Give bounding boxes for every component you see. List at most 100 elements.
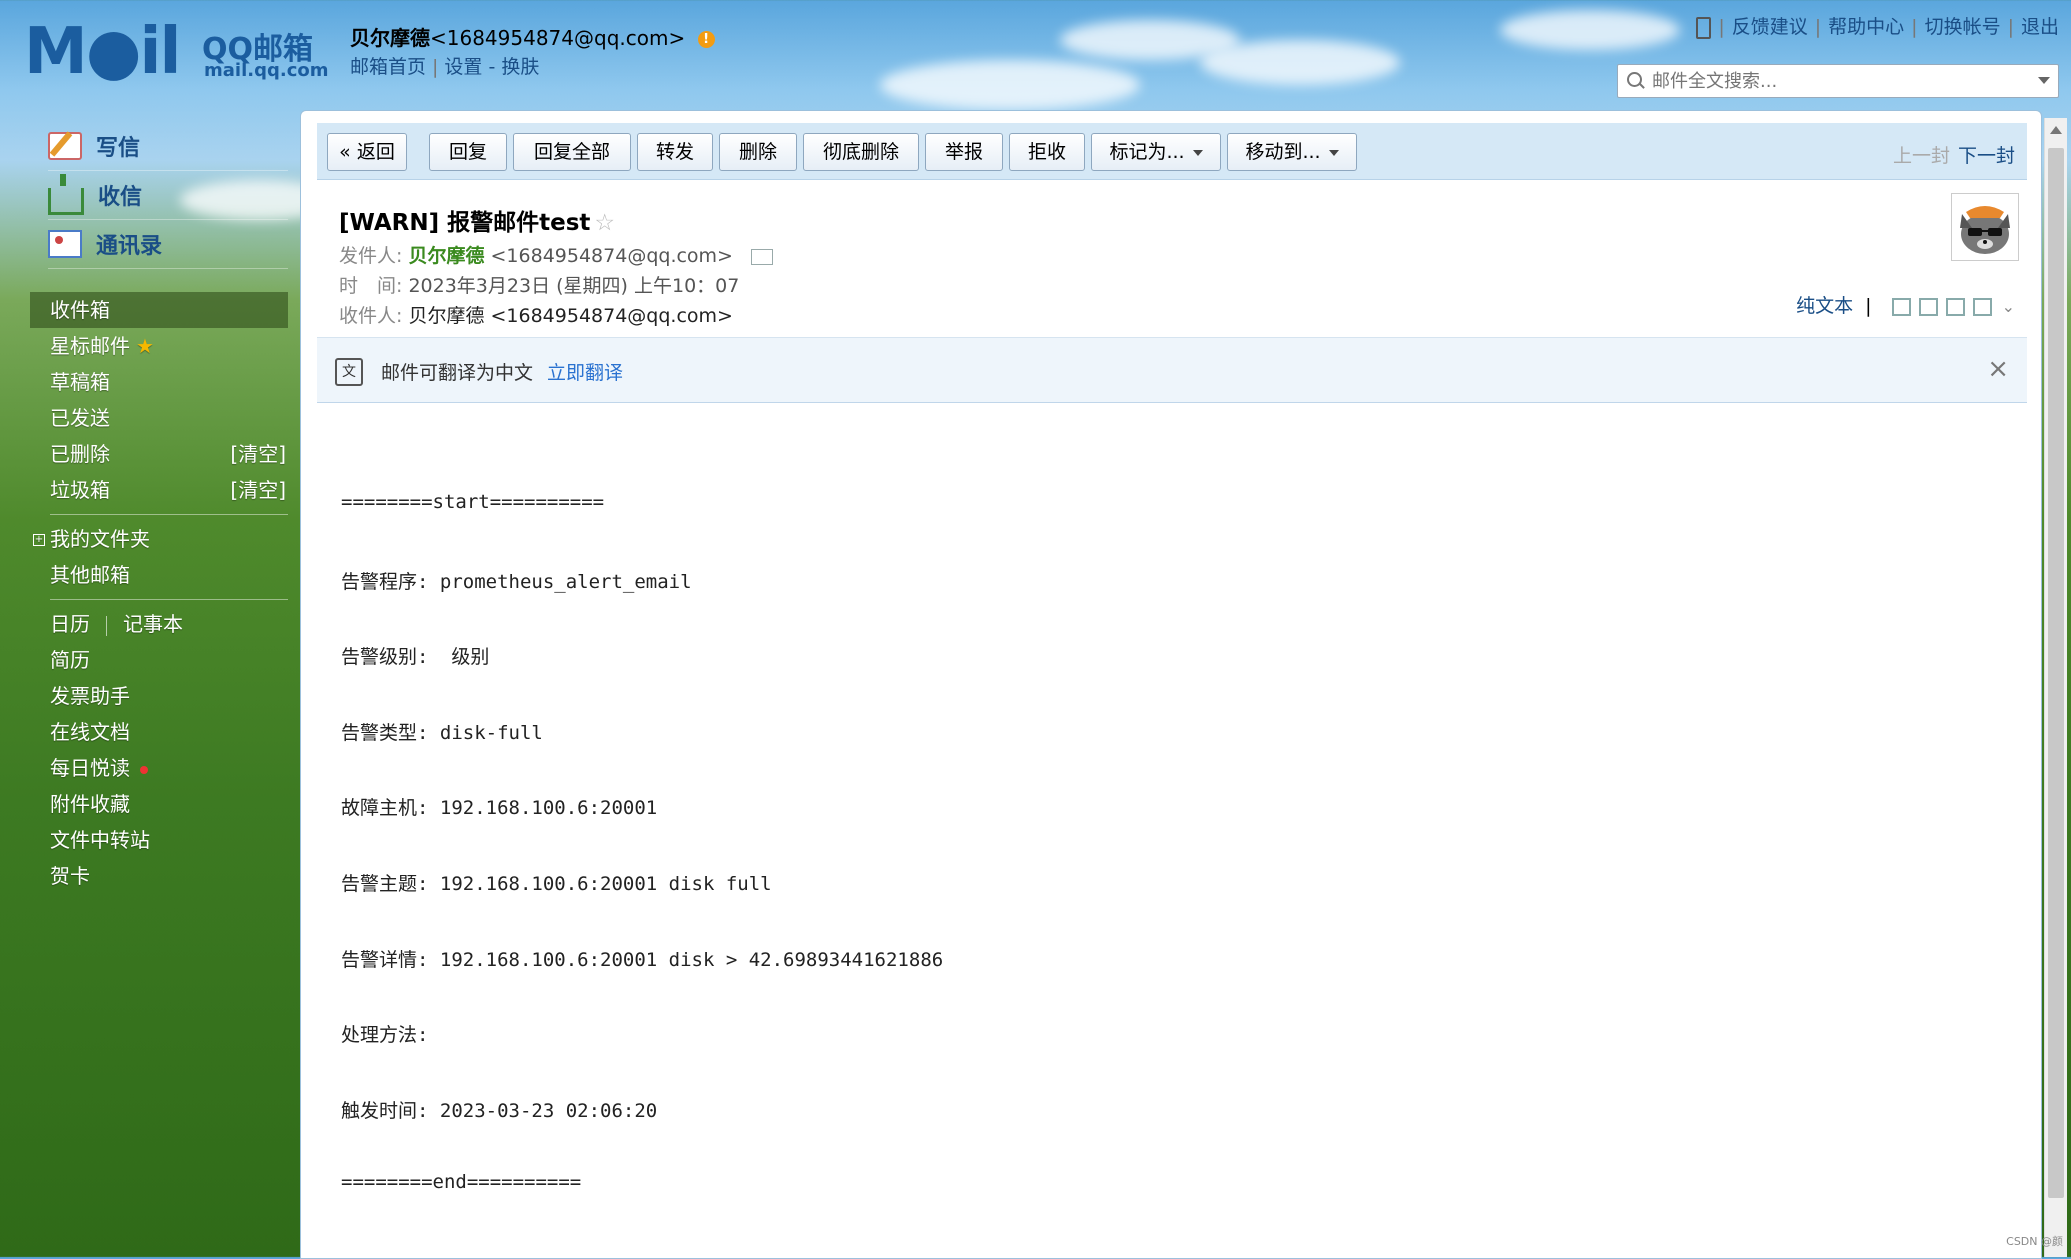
phone-icon[interactable] (1696, 16, 1712, 39)
sidebar-item-starred[interactable]: 星标邮件 ★ (30, 328, 288, 364)
reject-button[interactable]: 拒收 (1009, 133, 1085, 171)
body-line: 告警程序: prometheus_alert_email (341, 570, 692, 593)
translate-notice: 邮件可翻译为中文 立即翻译 (381, 358, 623, 385)
mail-reading-panel: « 返回 回复 回复全部 转发 删除 彻底删除 举报 拒收 标记为... 移动到… (300, 110, 2042, 1259)
body-line: 处理方法: (341, 1024, 429, 1047)
search-input[interactable] (1650, 68, 2024, 94)
sidebar-item-notes[interactable]: 记事本 (123, 612, 183, 636)
sidebar-item-label: 附件收藏 (50, 792, 130, 816)
settings-link[interactable]: 设置 (444, 56, 482, 78)
reply-button[interactable]: 回复 (429, 133, 507, 171)
qq-mail-logo[interactable]: M●il QQ邮箱 mail.qq.com (24, 20, 328, 84)
user-name: 贝尔摩德 (350, 26, 430, 50)
sender-avatar[interactable] (1951, 193, 2019, 261)
move-to-dropdown[interactable]: 移动到... (1227, 133, 1357, 171)
help-center-link[interactable]: 帮助中心 (1828, 16, 1904, 38)
raccoon-avatar-icon (1960, 206, 2010, 254)
contacts-icon (48, 230, 82, 258)
sidebar-item-inbox[interactable]: 收件箱 (30, 292, 288, 328)
sidebar-row-calendar-notes: 日历 记事本 (30, 606, 288, 642)
sidebar-item-drafts[interactable]: 草稿箱 (30, 364, 288, 400)
search-icon (1627, 72, 1642, 87)
back-button[interactable]: « 返回 (327, 133, 407, 171)
sidebar-item-resume[interactable]: 简历 (30, 642, 288, 678)
delete-button[interactable]: 删除 (719, 133, 797, 171)
sidebar-item-spam[interactable]: 垃圾箱 [清空] (30, 472, 288, 508)
mail-view-tools: 纯文本 | ⌄ (1796, 291, 2015, 318)
body-line: 告警级别: 级别 (341, 646, 490, 669)
search-dropdown-icon[interactable] (2038, 77, 2050, 84)
plain-text-link[interactable]: 纯文本 (1796, 295, 1853, 317)
delete-permanent-button[interactable]: 彻底删除 (803, 133, 919, 171)
receive-label: 收信 (98, 185, 143, 210)
skin-link[interactable]: 换肤 (501, 56, 539, 78)
scrollbar-thumb[interactable] (2048, 148, 2064, 1198)
sidebar-item-daily-reading[interactable]: 每日悦读 (30, 750, 288, 786)
mark-as-label: 标记为... (1109, 141, 1185, 163)
recipient-value[interactable]: 贝尔摩德 <1684954874@qq.com> (408, 305, 733, 327)
expand-icon[interactable]: + (33, 534, 45, 546)
view-source-icon[interactable] (1918, 297, 1938, 316)
sidebar-item-invoice[interactable]: 发票助手 (30, 678, 288, 714)
receive-button[interactable]: 收信 (48, 171, 288, 220)
scroll-up-icon[interactable] (2050, 126, 2062, 134)
body-line: ========start========== (341, 491, 605, 513)
top-links: | 反馈建议 | 帮助中心 | 切换帐号 | 退出 (1696, 12, 2059, 39)
download-icon[interactable] (1945, 297, 1965, 316)
sidebar-item-sent[interactable]: 已发送 (30, 400, 288, 436)
body-line: 触发时间: 2023-03-23 02:06:20 (341, 1099, 658, 1122)
csdn-watermark: CSDN @颜 (2006, 1235, 2063, 1248)
separator: | (432, 56, 439, 78)
page-scrollbar[interactable] (2044, 118, 2067, 1257)
sidebar-item-label: 星标邮件 (50, 334, 130, 358)
sidebar-item-my-folders[interactable]: + 我的文件夹 (30, 521, 288, 557)
contact-card-icon[interactable] (751, 248, 774, 265)
sidebar-folders: 收件箱 星标邮件 ★ 草稿箱 已发送 已删除 [清空] 垃圾箱 [清空] + 我的文件夹… (30, 292, 288, 894)
recipient-label: 收件人: (339, 305, 403, 327)
time-value: 2023年3月23日 (星期四) 上午10：07 (408, 275, 740, 297)
report-button[interactable]: 举报 (925, 133, 1003, 171)
sender-row: 发件人: 贝尔摩德 <1684954874@qq.com> (339, 241, 774, 268)
print-icon[interactable] (1972, 297, 1992, 316)
separator: | (2007, 16, 2014, 38)
sidebar-item-calendar[interactable]: 日历 (50, 612, 90, 636)
translate-icon: 文 (335, 358, 363, 386)
sidebar-item-attachments[interactable]: 附件收藏 (30, 786, 288, 822)
contacts-button[interactable]: 通讯录 (48, 220, 288, 269)
sidebar-item-deleted[interactable]: 已删除 [清空] (30, 436, 288, 472)
sidebar-item-label: 发票助手 (50, 684, 130, 708)
close-icon[interactable]: × (1987, 354, 2009, 384)
translate-now-link[interactable]: 立即翻译 (547, 362, 623, 384)
sidebar-item-other-mailboxes[interactable]: 其他邮箱 (30, 557, 288, 593)
next-mail-link[interactable]: 下一封 (1958, 145, 2015, 167)
user-email: <1684954874@qq.com> (430, 26, 686, 50)
switch-account-link[interactable]: 切换帐号 (1925, 16, 2001, 38)
move-to-label: 移动到... (1245, 141, 1321, 163)
sender-label: 发件人: (339, 245, 403, 267)
reply-all-button[interactable]: 回复全部 (513, 133, 631, 171)
sidebar-item-label: 草稿箱 (50, 370, 110, 394)
sidebar-item-label: 文件中转站 (50, 828, 150, 852)
feedback-link[interactable]: 反馈建议 (1732, 16, 1808, 38)
mailbox-home-link[interactable]: 邮箱首页 (350, 56, 426, 78)
expand-more-icon[interactable]: ⌄ (2002, 297, 2015, 316)
prev-mail-link[interactable]: 上一封 (1893, 145, 1950, 167)
new-window-icon[interactable] (1891, 297, 1911, 316)
sidebar-item-file-transfer[interactable]: 文件中转站 (30, 822, 288, 858)
star-outline-icon[interactable]: ☆ (594, 210, 615, 236)
mark-as-dropdown[interactable]: 标记为... (1091, 133, 1221, 171)
search-box[interactable] (1617, 64, 2059, 98)
logout-link[interactable]: 退出 (2021, 16, 2059, 38)
mail-body: ========start========== 告警程序: prometheus… (341, 491, 943, 1247)
sidebar-item-docs[interactable]: 在线文档 (30, 714, 288, 750)
warning-icon[interactable]: ! (697, 31, 715, 48)
clear-spam-link[interactable]: [清空] (230, 472, 286, 508)
write-button[interactable]: 写信 (48, 122, 288, 171)
separator: | (1814, 16, 1822, 38)
sender-name[interactable]: 贝尔摩德 (408, 245, 484, 267)
clear-deleted-link[interactable]: [清空] (230, 436, 286, 472)
forward-button[interactable]: 转发 (637, 133, 713, 171)
sidebar-item-label: 收件箱 (50, 298, 110, 322)
sidebar-item-cards[interactable]: 贺卡 (30, 858, 288, 894)
sidebar-main-actions: 写信 收信 通讯录 (48, 122, 288, 269)
